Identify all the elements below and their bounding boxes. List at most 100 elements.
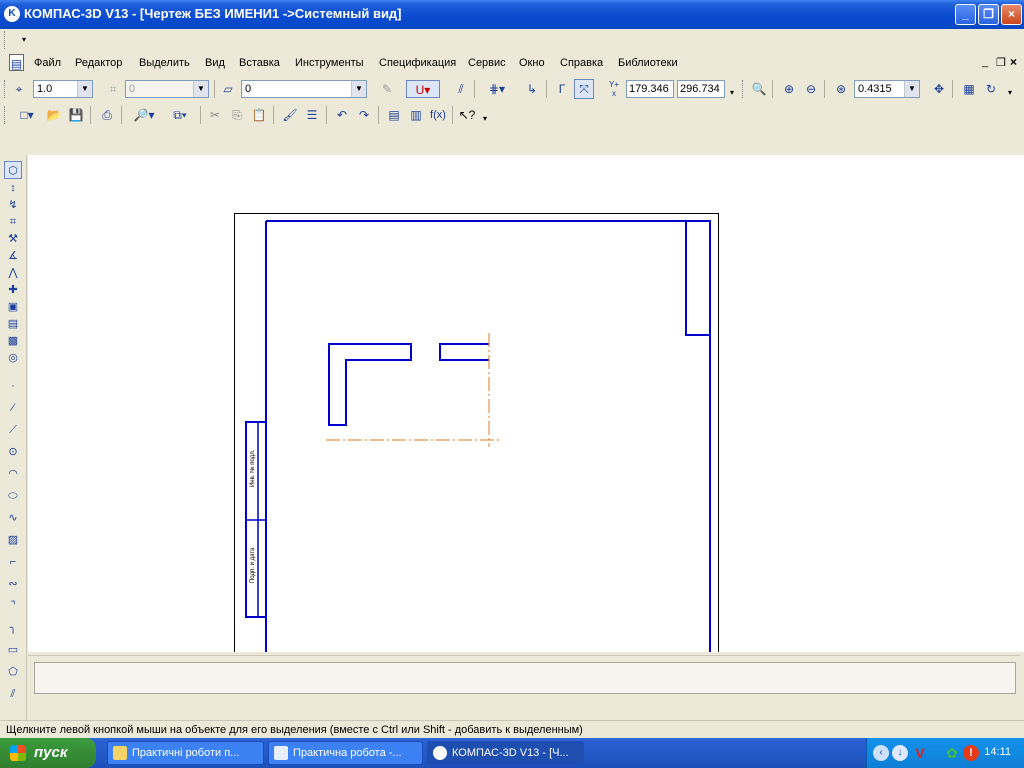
- menu-item-9[interactable]: Окно: [519, 57, 545, 69]
- menu-item-10[interactable]: Справка: [560, 57, 603, 69]
- chevron-down-icon[interactable]: ▼: [351, 81, 366, 97]
- help-pointer-icon[interactable]: ↖?: [458, 106, 476, 124]
- associative-views-icon[interactable]: ✚: [4, 281, 22, 299]
- toolbar-grip[interactable]: [4, 106, 8, 124]
- arc-icon[interactable]: ◠: [4, 465, 22, 483]
- doc-restore-button[interactable]: ❐: [996, 56, 1006, 69]
- close-button[interactable]: ×: [1001, 4, 1022, 25]
- toolbar-grip[interactable]: [4, 31, 8, 49]
- bezier-icon[interactable]: ∾: [4, 575, 22, 593]
- toolbar-dropdown-icon[interactable]: ▾: [730, 88, 734, 97]
- zoom-window-icon[interactable]: 🔍: [750, 80, 768, 98]
- menu-item-3[interactable]: Выделить: [139, 57, 190, 69]
- zoom-in-icon[interactable]: ⊕: [780, 80, 798, 98]
- menu-item-2[interactable]: Редактор: [75, 57, 122, 69]
- parametrization-icon[interactable]: ⚒: [4, 230, 22, 248]
- taskbar-button-folder[interactable]: Практичні роботи п...: [107, 741, 264, 765]
- properties-list-icon[interactable]: ☰: [303, 106, 321, 124]
- manager-icon[interactable]: ⧉▾: [165, 106, 195, 124]
- taskbar-button-kompas[interactable]: КОМПАС-3D V13 - [Ч...: [427, 741, 584, 765]
- doc-close-button[interactable]: ×: [1010, 55, 1017, 69]
- toolbar-grip[interactable]: [4, 80, 8, 98]
- toolbar-dropdown-icon[interactable]: ▾: [483, 114, 487, 123]
- zoom-out-icon[interactable]: ⊖: [802, 80, 820, 98]
- chevron-down-icon[interactable]: ▼: [77, 81, 92, 97]
- copy-properties-icon[interactable]: 🖌: [281, 106, 299, 124]
- menu-item-4[interactable]: Вид: [205, 57, 225, 69]
- fillet-icon[interactable]: ╮: [4, 619, 22, 637]
- maximize-button[interactable]: ❐: [978, 4, 999, 25]
- equidistant-icon[interactable]: ⫽: [4, 685, 22, 703]
- hatch-icon[interactable]: ▨: [4, 531, 22, 549]
- new-document-icon[interactable]: □▾: [12, 106, 42, 124]
- menu-item-11[interactable]: Библиотеки: [618, 57, 678, 69]
- document-icon[interactable]: ▤: [9, 54, 24, 71]
- tray-antivirus-icon[interactable]: V: [911, 744, 929, 762]
- l-shape-contour[interactable]: [328, 343, 412, 426]
- pan-icon[interactable]: ✥: [930, 80, 948, 98]
- symbols-icon[interactable]: ↯: [4, 196, 22, 214]
- properties-icon[interactable]: ✎: [378, 80, 396, 98]
- reports-icon[interactable]: ▤: [4, 315, 22, 333]
- cursor-y-field[interactable]: 296.734: [677, 80, 725, 98]
- open-icon[interactable]: 📂: [45, 106, 63, 124]
- redo-icon[interactable]: ↷: [355, 106, 373, 124]
- undo-icon[interactable]: ↶: [333, 106, 351, 124]
- rebuild-icon[interactable]: ▦: [960, 80, 978, 98]
- menu-item-1[interactable]: Файл: [34, 57, 61, 69]
- chevron-down-icon[interactable]: ▼: [904, 81, 919, 97]
- local-cs-icon[interactable]: ⌗: [104, 80, 122, 98]
- toolbar-dropdown-icon[interactable]: ▾: [1008, 88, 1012, 97]
- cursor-x-field[interactable]: 179.346: [626, 80, 674, 98]
- rectangle-icon[interactable]: ▭: [4, 641, 22, 659]
- insert-icon[interactable]: ▩: [4, 332, 22, 350]
- spec-icon[interactable]: ▣: [4, 298, 22, 316]
- ellipse-icon[interactable]: ⬭: [4, 487, 22, 505]
- kompas-app-icon[interactable]: K: [4, 6, 20, 22]
- menu-item-8[interactable]: Сервис: [468, 57, 506, 69]
- polyline-icon[interactable]: ⌐: [4, 553, 22, 571]
- bracket-contour[interactable]: [439, 343, 489, 361]
- print-icon[interactable]: ⎙: [98, 106, 116, 124]
- chamfer-icon[interactable]: ⌝: [4, 597, 22, 615]
- tray-network-icon[interactable]: ✿: [943, 744, 961, 762]
- layer-combo[interactable]: 0 ▼: [241, 80, 367, 98]
- grid-icon[interactable]: ⋕▾: [482, 80, 512, 98]
- spline-icon[interactable]: ∿: [4, 509, 22, 527]
- editing-icon[interactable]: ⌗: [4, 213, 22, 231]
- drawing-sheet[interactable]: Инв. № подл. Подп. и дата: [28, 155, 1024, 652]
- minimize-button[interactable]: _: [955, 4, 976, 25]
- menu-item-5[interactable]: Вставка: [239, 57, 280, 69]
- library-manager-icon[interactable]: ▥: [407, 106, 425, 124]
- preview-icon[interactable]: 🔎▾: [129, 106, 159, 124]
- menu-item-6[interactable]: Инструменты: [295, 57, 364, 69]
- menu-item-7[interactable]: Спецификация: [379, 57, 456, 69]
- round-icon[interactable]: Γ: [553, 80, 571, 98]
- tray-alert-icon[interactable]: !: [963, 745, 979, 761]
- step-combo[interactable]: 1.0 ▼: [33, 80, 93, 98]
- paste-icon[interactable]: 📋: [250, 106, 268, 124]
- save-icon[interactable]: 💾: [67, 106, 85, 124]
- fragment-icon[interactable]: ◎: [4, 349, 22, 367]
- parallel-lines-icon[interactable]: ⫽: [452, 80, 470, 98]
- tray-download-icon[interactable]: ↓: [892, 745, 908, 761]
- cut-icon[interactable]: ✂: [206, 106, 224, 124]
- point-icon[interactable]: ·: [4, 377, 22, 395]
- segment-icon[interactable]: ⟋: [4, 421, 22, 439]
- layers-icon[interactable]: ▱: [219, 80, 237, 98]
- dimensions-icon[interactable]: ↕: [4, 179, 22, 197]
- tray-back-icon[interactable]: ‹: [873, 745, 889, 761]
- aux-line-icon[interactable]: ⁄: [4, 399, 22, 417]
- geometry-panel-icon[interactable]: ⬡: [4, 161, 22, 179]
- polygon-icon[interactable]: ⬠: [4, 663, 22, 681]
- refresh-icon[interactable]: ↻: [982, 80, 1000, 98]
- start-button[interactable]: пуск: [0, 738, 96, 768]
- measure-icon[interactable]: ∡: [4, 247, 22, 265]
- select-icon[interactable]: ⋀: [4, 264, 22, 282]
- copy-icon[interactable]: ⎘: [228, 106, 246, 124]
- ortho-icon[interactable]: ↳: [523, 80, 541, 98]
- style-combo[interactable]: 0 ▼: [125, 80, 209, 98]
- drawing-canvas[interactable]: Инв. № подл. Подп. и дата: [28, 155, 1024, 652]
- zoom-scale-icon[interactable]: ⊛: [832, 80, 850, 98]
- toolbar-grip[interactable]: [742, 80, 746, 98]
